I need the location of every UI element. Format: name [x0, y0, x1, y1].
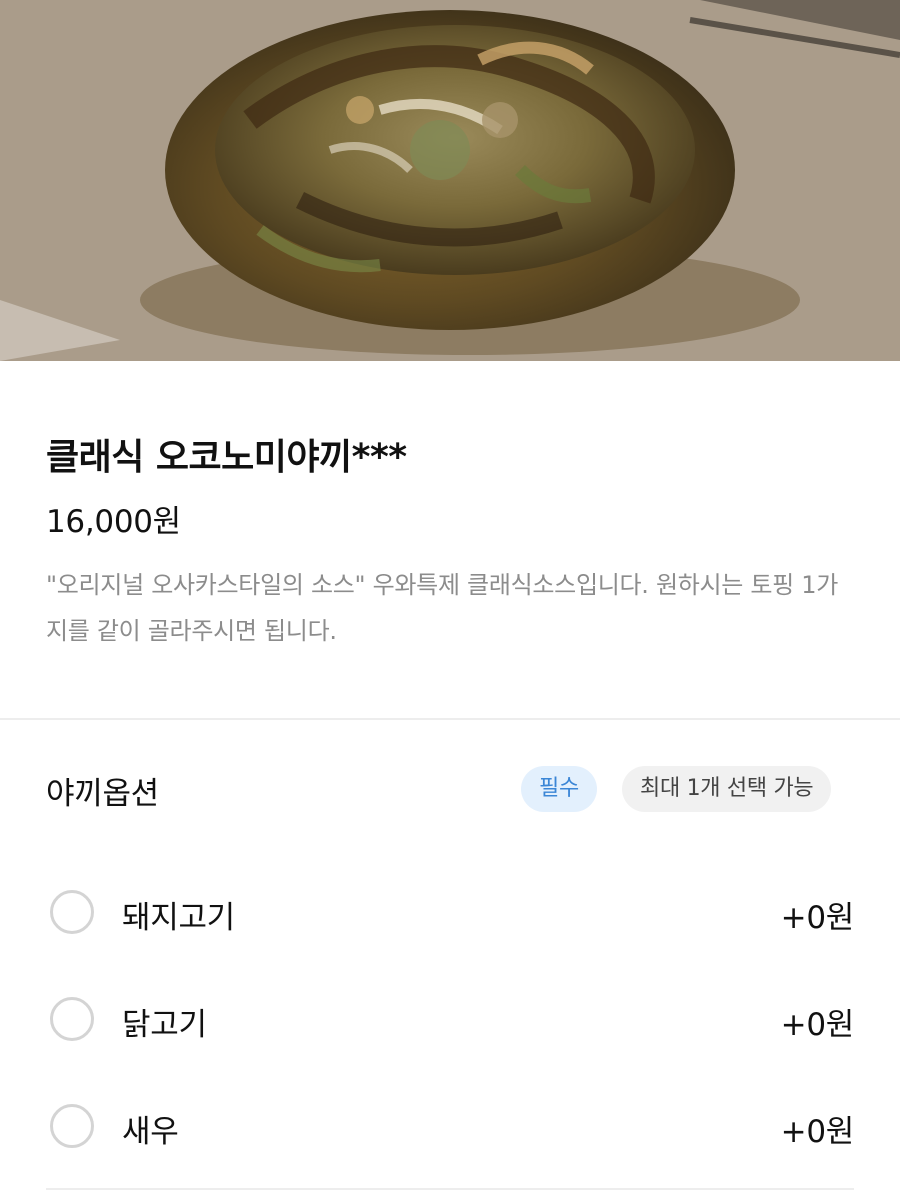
- option-price: +0원: [780, 1114, 855, 1150]
- radio-button[interactable]: [50, 890, 94, 934]
- okonomiyaki-image: [0, 0, 900, 361]
- product-title: 클래식 오코노미야끼***: [46, 437, 407, 478]
- option-group-title: 야끼옵션: [46, 776, 159, 812]
- option-item-shrimp[interactable]: 새우 +0원: [0, 1086, 900, 1166]
- list-bottom-divider: [46, 1188, 854, 1190]
- option-label: 돼지고기: [122, 900, 235, 936]
- product-description: "오리지널 오사카스타일의 소스" 우와특제 클래식소스입니다. 원하시는 토핑…: [46, 571, 839, 645]
- product-price: 16,000원: [46, 504, 181, 540]
- radio-button[interactable]: [50, 1104, 94, 1148]
- menu-detail-page: 클래식 오코노미야끼*** 16,000원 "오리지널 오사카스타일의 소스" …: [0, 0, 900, 1200]
- option-label: 새우: [122, 1114, 179, 1150]
- max-select-badge: 최대 1개 선택 가능: [622, 766, 832, 812]
- section-divider: [0, 718, 900, 720]
- option-price: +0원: [780, 1007, 855, 1043]
- required-badge: 필수: [521, 766, 597, 812]
- option-item-chicken[interactable]: 닭고기 +0원: [0, 979, 900, 1059]
- option-label: 닭고기: [122, 1007, 207, 1043]
- product-photo: [0, 0, 900, 361]
- radio-button[interactable]: [50, 997, 94, 1041]
- option-price: +0원: [780, 900, 855, 936]
- option-item-pork[interactable]: 돼지고기 +0원: [0, 872, 900, 952]
